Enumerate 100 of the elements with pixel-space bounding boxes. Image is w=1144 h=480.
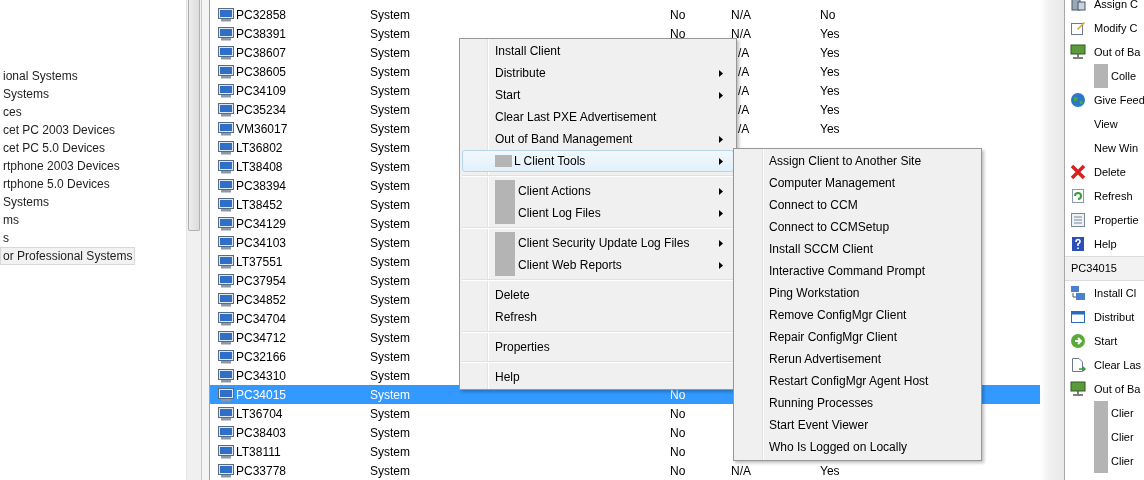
action-item[interactable]: Clear Las [1065,353,1144,377]
type-cell: System [370,197,410,212]
action-item[interactable]: Propertie [1065,208,1144,232]
action-item[interactable]: Out of Ba [1065,40,1144,64]
tree-item[interactable]: ional Systems [0,67,81,85]
computer-name: PC34712 [236,330,287,345]
document-edit-icon [1070,20,1086,36]
computer-name: PC38391 [236,26,287,41]
menu-item[interactable]: Connect to CCMSetup [736,216,979,238]
computer-icon [218,64,234,79]
action-item[interactable]: Distribut [1065,305,1144,329]
menu-item[interactable]: Client Security Update Log Files [462,232,734,254]
redaction-block [495,254,515,276]
computer-name: PC34129 [236,216,287,231]
menu-item[interactable]: Client Web Reports [462,254,734,276]
menu-item[interactable]: Out of Band Management [462,128,734,150]
action-item[interactable]: Modify C [1065,16,1144,40]
action-item[interactable]: Delete [1065,160,1144,184]
action-item[interactable]: View [1065,112,1144,136]
action-item[interactable]: Clier [1065,401,1144,425]
computers-icon [1070,285,1086,301]
action-item[interactable]: Install Cl [1065,281,1144,305]
pane-splitter[interactable] [201,0,210,480]
menu-item[interactable]: Delete [462,284,734,306]
tree-item[interactable]: rtphone 2003 Devices [0,157,123,175]
action-item[interactable]: Colle [1065,64,1144,88]
type-cell: System [370,83,410,98]
menu-item[interactable]: Help [462,366,734,388]
computer-icon [218,159,234,174]
redaction-block [495,155,512,167]
table-cell: Yes [820,45,840,60]
menu-item[interactable]: Refresh [462,306,734,328]
document-arrow-icon [1070,357,1086,373]
action-item[interactable]: Start [1065,329,1144,353]
tree-item[interactable]: Systems [0,85,52,103]
tree-item[interactable]: ms [0,211,22,229]
computer-icon [218,444,234,459]
type-cell: System [370,463,410,478]
menu-item[interactable]: Client Log Files [462,202,734,224]
computer-icon [218,387,234,402]
redaction-block [1094,449,1108,473]
globe-icon [1070,92,1086,108]
computer-name: PC35234 [236,102,287,117]
action-item[interactable]: Clier [1065,425,1144,449]
menu-item[interactable]: L Client Tools [462,150,734,172]
tree-item[interactable]: rtphone 5.0 Devices [0,175,113,193]
menu-item[interactable]: Install Client [462,40,734,62]
computer-icon [218,26,234,41]
menu-item[interactable]: Remove ConfigMgr Client [736,304,979,326]
menu-item[interactable]: Install SCCM Client [736,238,979,260]
action-item[interactable]: Assign C [1065,0,1144,16]
computer-icon [218,197,234,212]
action-item[interactable]: New Win [1065,136,1144,160]
action-item[interactable]: Refresh [1065,184,1144,208]
menu-item[interactable]: Repair ConfigMgr Client [736,326,979,348]
tree-item[interactable]: cet PC 5.0 Devices [0,139,109,157]
table-cell: No [820,7,836,22]
type-cell: System [370,425,410,440]
menu-item[interactable]: Ping Workstation [736,282,979,304]
redaction-block [495,180,515,202]
table-cell: No [670,444,686,459]
action-item[interactable]: Clier [1065,449,1144,473]
menu-item[interactable]: Clear Last PXE Advertisement [462,106,734,128]
properties-icon [1070,212,1086,228]
pane-splitter[interactable] [1040,0,1065,480]
action-item[interactable]: Give Feed [1065,88,1144,112]
type-cell: System [370,121,410,136]
vertical-scrollbar[interactable] [186,0,201,480]
menu-item[interactable]: Properties [462,336,734,358]
tree-item[interactable]: ces [0,103,25,121]
table-cell: No [670,7,686,22]
tree-item[interactable]: Systems [0,193,52,211]
computer-icon [218,368,234,383]
computer-name: PC32858 [236,7,287,22]
menu-item[interactable]: Computer Management [736,172,979,194]
type-cell: System [370,235,410,250]
menu-item[interactable]: Connect to CCM [736,194,979,216]
computer-name: PC38607 [236,45,287,60]
computer-name: LT38111 [236,444,281,459]
menu-item[interactable]: Rerun Advertisement [736,348,979,370]
server-icon [1070,0,1086,12]
menu-item[interactable]: Start [462,84,734,106]
action-item[interactable]: Out of Ba [1065,377,1144,401]
menu-item[interactable]: Interactive Command Prompt [736,260,979,282]
computer-name: LT37551 [236,254,283,269]
menu-item[interactable]: Assign Client to Another Site [736,150,979,172]
type-cell: System [370,216,410,231]
action-item[interactable]: Help [1065,232,1144,256]
menu-item[interactable]: Who Is Logged on Locally [736,436,979,458]
type-cell: System [370,140,410,155]
computer-icon [218,121,234,136]
computer-name: PC34103 [236,235,287,250]
tree-item[interactable]: s [0,229,12,247]
tree-item[interactable]: or Professional Systems [0,247,136,265]
menu-item[interactable]: Start Event Viewer [736,414,979,436]
table-cell: No [670,387,686,402]
type-cell: System [370,102,410,117]
menu-item[interactable]: Distribute [462,62,734,84]
menu-item[interactable]: Client Actions [462,180,734,202]
tree-item[interactable]: cet PC 2003 Devices [0,121,119,139]
